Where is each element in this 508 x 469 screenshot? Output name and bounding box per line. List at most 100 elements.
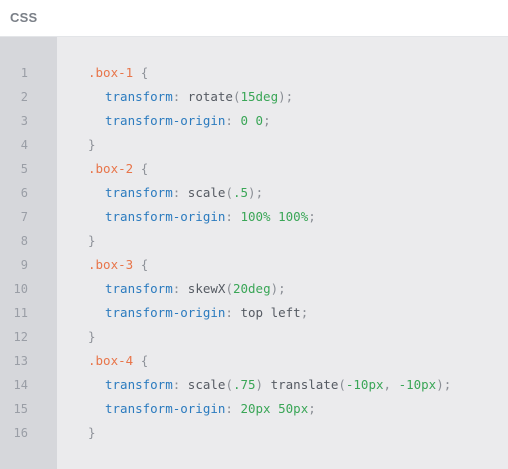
code-line-selector: .box-4 { [88,349,451,373]
paren-close: ) [436,377,444,392]
css-selector: .box-3 [88,257,134,272]
line-number-list: 1 2 3 4 5 6 7 8 9 10 11 12 13 14 15 16 [0,61,28,445]
line-number: 10 [13,282,28,296]
css-number: -10px [398,377,437,392]
code-line-close: } [88,325,451,349]
css-property: transform [105,185,173,200]
css-number: 20px [240,401,271,416]
line-number-gutter: 1 2 3 4 5 6 7 8 9 10 11 12 13 14 15 16 [0,37,57,469]
css-property: transform [105,377,173,392]
line-number: 14 [13,378,28,392]
css-keyword: top [240,305,264,320]
css-number: .5 [232,185,249,200]
semicolon: ; [255,185,264,200]
css-number: 0 [240,113,249,128]
semicolon: ; [308,401,316,416]
css-keyword: left [270,305,301,320]
colon: : [225,209,233,224]
comma: , [383,377,392,392]
paren-open: ( [225,185,233,200]
code-line-declaration: transform: scale(.5); [88,181,451,205]
semicolon: ; [263,113,271,128]
semicolon: ; [443,377,452,392]
paren-open: ( [225,377,233,392]
line-number: 9 [20,258,28,272]
css-property: transform-origin [105,401,226,416]
paren-open: ( [338,377,346,392]
line-number: 4 [20,138,28,152]
code-panel: CSS 1 2 3 4 5 6 7 8 9 10 11 12 13 14 15 … [0,0,508,469]
code-line-declaration: transform-origin: top left; [88,301,451,325]
line-number: 5 [20,162,28,176]
code-line-declaration: transform-origin: 20px 50px; [88,397,451,421]
code-lines[interactable]: .box-1 { transform: rotate(15deg); trans… [88,61,451,445]
line-number: 15 [13,402,28,416]
open-brace: { [140,161,149,176]
semicolon: ; [278,281,286,296]
line-number: 16 [13,426,28,440]
open-brace: { [140,65,149,80]
paren-close: ) [270,281,279,296]
code-line-selector: .box-2 { [88,157,451,181]
css-selector: .box-4 [88,353,134,368]
paren-close: ) [248,185,256,200]
css-property: transform-origin [105,305,226,320]
line-number: 8 [20,234,28,248]
css-selector: .box-1 [88,65,134,80]
line-number: 2 [20,90,28,104]
line-number: 12 [13,330,28,344]
code-line-declaration: transform-origin: 100% 100%; [88,205,451,229]
code-line-declaration: transform: skewX(20deg); [88,277,451,301]
code-editor: 1 2 3 4 5 6 7 8 9 10 11 12 13 14 15 16 .… [0,37,508,469]
paren-close: ) [255,377,264,392]
open-brace: { [140,353,149,368]
css-function: translate [270,377,339,392]
colon: : [172,377,181,392]
open-brace: { [140,257,149,272]
css-property: transform-origin [105,209,226,224]
code-line-declaration: transform: rotate(15deg); [88,85,451,109]
line-number: 3 [20,114,28,128]
colon: : [172,281,181,296]
css-number: 100% [278,209,309,224]
css-function: rotate [187,89,233,104]
code-line-declaration: transform: scale(.75) translate(-10px, -… [88,373,451,397]
css-property: transform [105,89,173,104]
line-number: 11 [13,306,28,320]
colon: : [172,89,181,104]
css-selector: .box-2 [88,161,134,176]
close-brace: } [88,329,96,344]
css-property: transform [105,281,173,296]
paren-close: ) [278,89,286,104]
code-line-selector: .box-3 { [88,253,451,277]
css-number: 0 [255,113,264,128]
css-number: 100% [240,209,271,224]
panel-header: CSS [0,0,508,37]
language-label: CSS [10,10,38,25]
css-number: 15deg [240,89,279,104]
css-function: skewX [187,281,226,296]
line-number: 7 [20,210,28,224]
css-function: scale [187,377,226,392]
semicolon: ; [285,89,294,104]
code-line-selector: .box-1 { [88,61,451,85]
code-line-close: } [88,229,451,253]
semicolon: ; [308,209,316,224]
close-brace: } [88,233,96,248]
code-line-close: } [88,421,451,445]
colon: : [172,185,181,200]
line-number: 1 [20,66,28,80]
css-number: .75 [232,377,256,392]
code-line-close: } [88,133,451,157]
colon: : [225,113,233,128]
css-number: 50px [278,401,309,416]
close-brace: } [88,137,96,152]
css-function: scale [187,185,226,200]
colon: : [225,401,233,416]
css-number: 20deg [232,281,271,296]
css-number: -10px [345,377,384,392]
semicolon: ; [300,305,309,320]
code-line-declaration: transform-origin: 0 0; [88,109,451,133]
paren-open: ( [225,281,233,296]
css-property: transform-origin [105,113,226,128]
